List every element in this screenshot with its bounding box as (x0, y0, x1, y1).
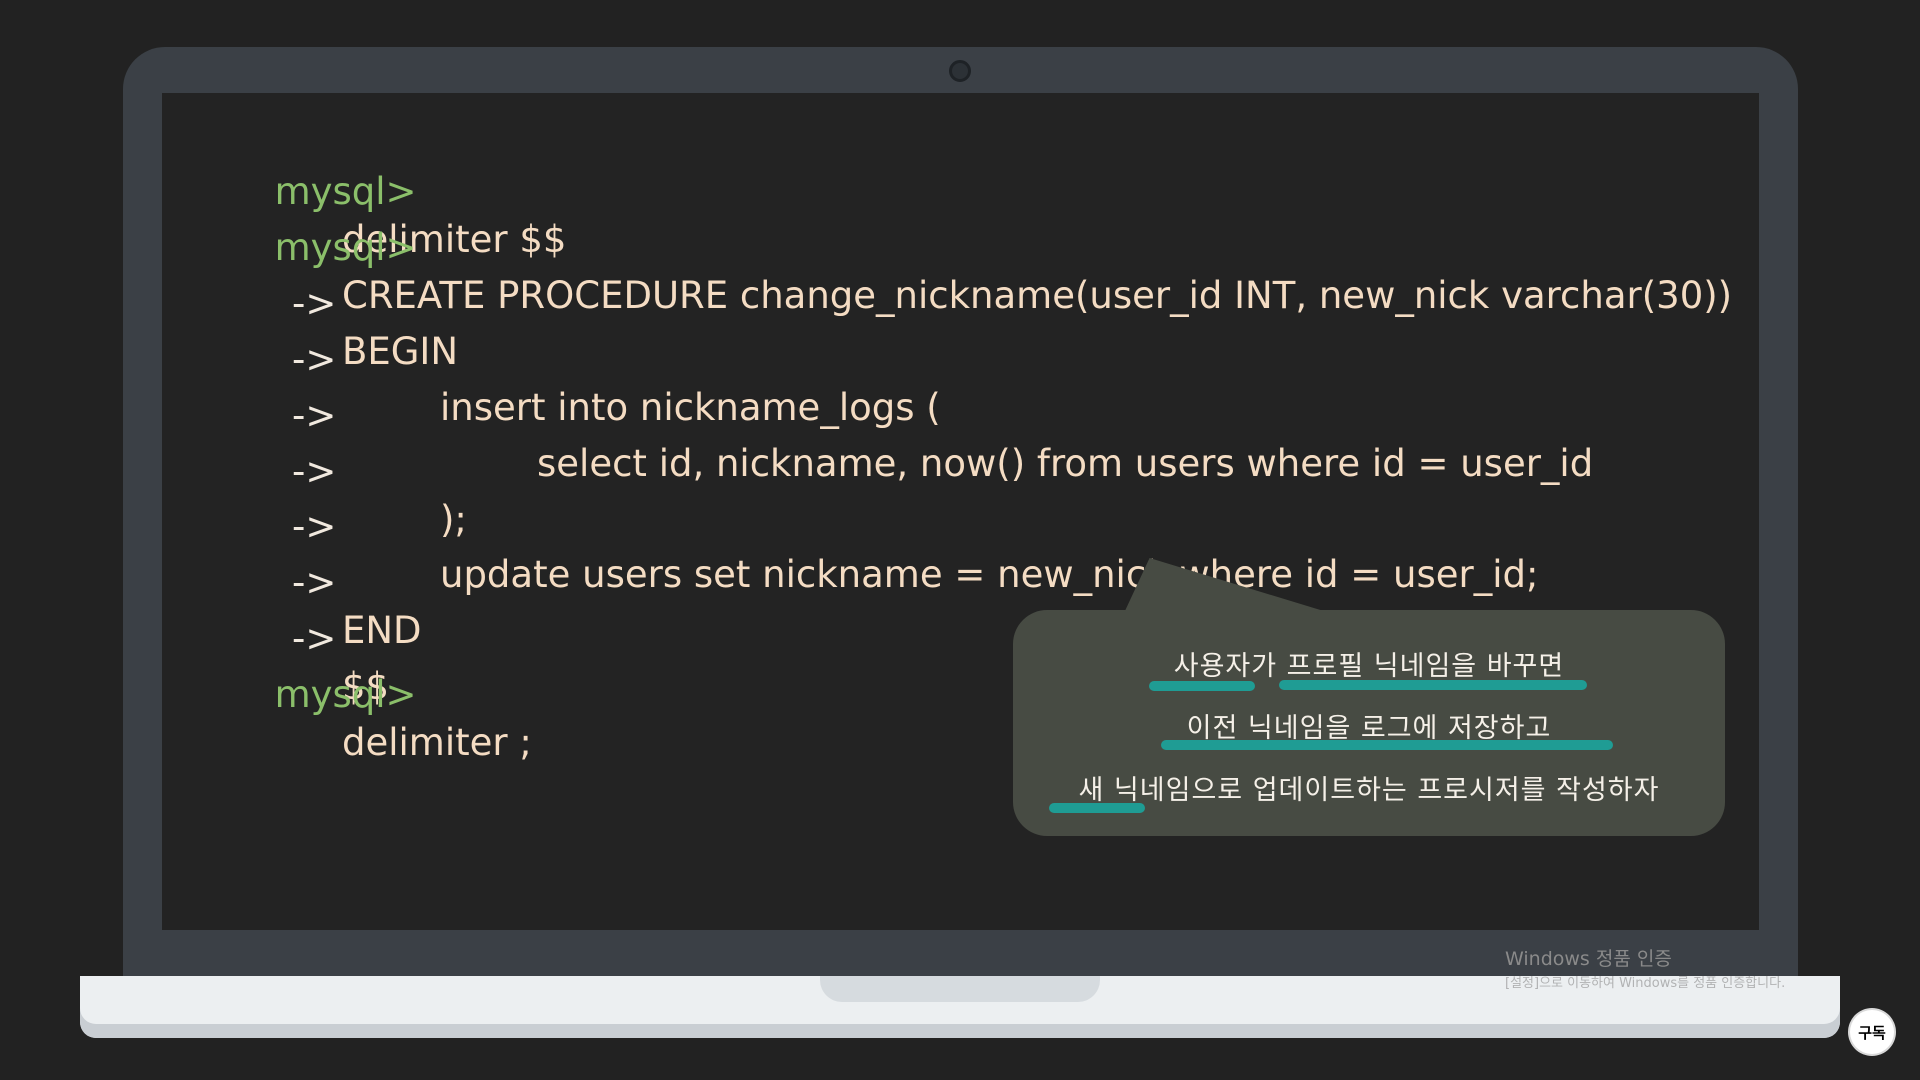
windows-activation-subtitle: [설정]으로 이동하여 Windows를 정품 인증합니다. (1505, 976, 1786, 991)
code-line: -> insert into nickname_logs ( (204, 288, 941, 429)
code-line: mysql> CREATE PROCEDURE change_nickname(… (204, 176, 1733, 317)
code-text: insert into nickname_logs ( (440, 386, 941, 429)
continuation-arrow: -> (292, 394, 337, 437)
mysql-prompt: mysql> (274, 673, 417, 716)
code-text: ); (440, 498, 467, 541)
windows-activation-title: Windows 정품 인증 (1505, 948, 1672, 970)
speech-bubble: 사용자가 프로필 닉네임을 바꾸면 이전 닉네임을 로그에 저장하고 새 닉네임… (1013, 610, 1725, 836)
code-text: select id, nickname, now() from users wh… (537, 442, 1594, 485)
continuation-arrow: -> (292, 338, 337, 381)
bubble-text-line: 이전 닉네임을 로그에 저장하고 (1186, 713, 1552, 744)
code-line: -> $$ (204, 567, 389, 708)
speech-bubble-tail (1125, 558, 1330, 610)
code-text: delimiter ; (342, 721, 532, 764)
code-line: -> ); (204, 400, 467, 541)
code-line: -> BEGIN (204, 232, 458, 373)
code-text: CREATE PROCEDURE change_nickname(user_id… (342, 274, 1733, 317)
code-line: -> select id, nickname, now() from users… (204, 344, 1593, 485)
code-text: BEGIN (342, 330, 459, 373)
bubble-text-line: 사용자가 프로필 닉네임을 바꾸면 (1173, 651, 1565, 682)
code-line: -> update users set nickname = new_nick … (204, 455, 1539, 596)
code-block: mysql> delimiter $$ mysql> CREATE PROCED… (0, 0, 1920, 1080)
code-line: -> END (204, 511, 422, 652)
code-line: mysql> delimiter $$ (204, 120, 567, 261)
bubble-text-line: 새 닉네임으로 업데이트하는 프로시저를 작성하자 (1078, 775, 1660, 806)
code-line: mysql> delimiter ; (204, 623, 532, 764)
continuation-arrow: -> (292, 450, 337, 493)
video-frame: mysql> delimiter $$ mysql> CREATE PROCED… (0, 0, 1920, 1080)
code-text: update users set nickname = new_nick whe… (440, 553, 1539, 596)
subscribe-button[interactable]: 구독 (1850, 1010, 1894, 1054)
mysql-prompt: mysql> (274, 226, 417, 269)
continuation-arrow: -> (292, 561, 337, 604)
continuation-arrow: -> (292, 282, 337, 325)
continuation-arrow: -> (292, 505, 337, 548)
